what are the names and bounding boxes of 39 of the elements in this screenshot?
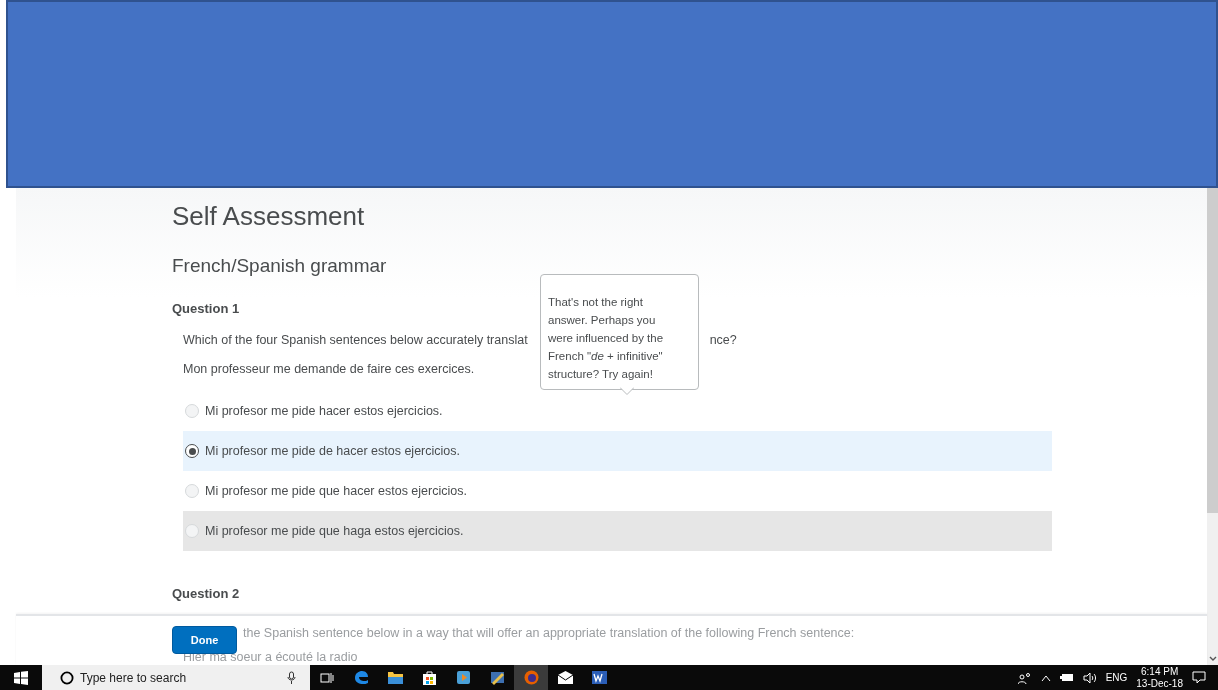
shopping-bag-icon — [420, 669, 438, 686]
folder-icon — [386, 669, 404, 686]
volume-icon[interactable] — [1082, 671, 1097, 684]
task-view-icon[interactable] — [320, 670, 334, 685]
done-button[interactable]: Done — [172, 626, 237, 654]
question-label: Question 1 — [172, 300, 240, 318]
page-title: Self Assessment — [172, 200, 366, 232]
word-icon — [590, 669, 608, 686]
scroll-down-icon[interactable] — [1209, 656, 1217, 662]
radio-button[interactable] — [185, 444, 199, 458]
scrollbar[interactable] — [1207, 188, 1218, 665]
section-heading: French/Spanish grammar — [172, 254, 388, 278]
paint-app-icon — [488, 669, 506, 686]
microphone-icon[interactable] — [287, 670, 296, 685]
question-text: Which of the four Spanish sentences below accurately translat — [183, 332, 528, 348]
people-icon[interactable] — [1017, 671, 1032, 684]
clock-date[interactable]: 13-Dec-18 — [1136, 677, 1183, 690]
feedback-tooltip: That's not the right answer. Perhaps you were influenced by the French "de + infinitive" structure? Try again! — [540, 274, 699, 390]
firefox-icon — [522, 669, 540, 686]
answer-option[interactable]: Mi profesor me pide hacer estos ejercicios. — [183, 391, 1052, 431]
notification-icon[interactable] — [1192, 671, 1206, 684]
battery-icon[interactable] — [1059, 673, 1074, 682]
cortana-circle-icon — [60, 670, 74, 685]
clock-time[interactable]: 6:14 PM — [1141, 665, 1179, 678]
french-sentence: Mon professeur me demande de faire ces exercices. — [183, 361, 475, 377]
tooltip-pointer — [620, 387, 634, 395]
answer-option[interactable]: Mi profesor me pide que haga estos ejercicios. — [183, 511, 1052, 551]
question-label: Question 2 — [172, 585, 240, 603]
language-indicator[interactable]: ENG — [1105, 672, 1128, 683]
search-field[interactable]: Type here to search — [42, 665, 310, 690]
windows-start-icon[interactable] — [14, 670, 28, 685]
edge-browser-icon — [352, 669, 370, 686]
envelope-icon — [556, 669, 574, 686]
answer-option[interactable]: Mi profesor me pide que hacer estos ejercicios. — [183, 471, 1052, 511]
media-player-icon — [454, 669, 472, 686]
answer-option[interactable]: Mi profesor me pide de hacer estos ejercicios. — [183, 431, 1052, 471]
question-text: the Spanish sentence below in a way that will offer an appropriate translation of the following French sentence: — [243, 626, 855, 640]
question-text: nce? — [709, 332, 737, 348]
chevron-up-icon[interactable] — [1040, 673, 1051, 682]
